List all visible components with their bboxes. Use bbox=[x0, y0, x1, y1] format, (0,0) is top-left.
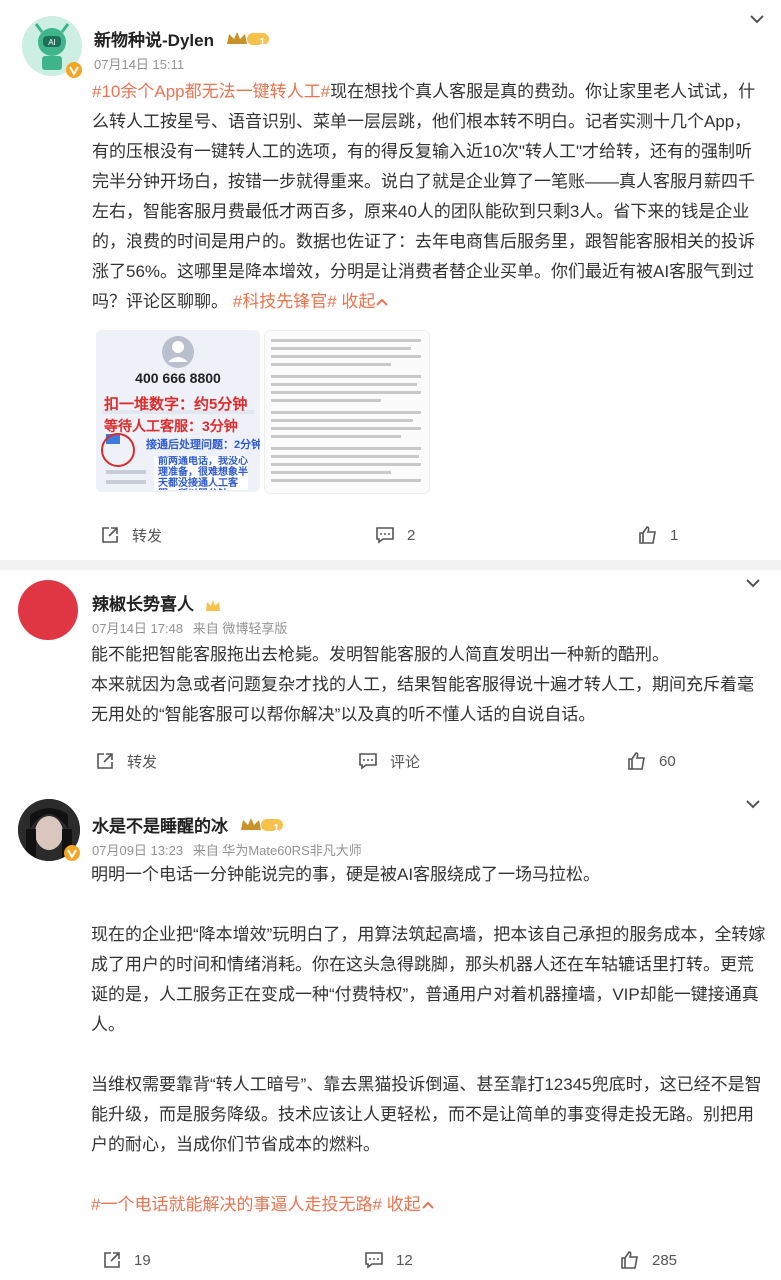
action-bar: 19 12 285 bbox=[0, 1240, 781, 1280]
thumbs-up-icon bbox=[628, 752, 645, 770]
image-caption-1: 扣一堆数字：约5分钟 bbox=[104, 396, 248, 413]
thumbs-up-icon bbox=[639, 526, 656, 544]
level-badge: 1 bbox=[273, 823, 280, 835]
post-2: 辣椒长势喜人 07月14日 17:48 来自 微博轻享版 能不能把智能客服拖出去… bbox=[0, 570, 781, 785]
post-meta: 07月14日 17:48 来自 微博轻享版 bbox=[92, 621, 288, 636]
vip-badge-icon bbox=[205, 599, 220, 611]
post-image-1[interactable]: 400 666 8800 扣一堆数字：约5分钟 等待人工客服：3分钟 接通后处理… bbox=[96, 330, 260, 492]
avatar[interactable] bbox=[18, 580, 78, 640]
chevron-down-icon[interactable] bbox=[744, 797, 762, 811]
vip-crown-badge: 1 bbox=[225, 30, 281, 53]
username[interactable]: 辣椒长势喜人 bbox=[92, 590, 223, 615]
level-badge: 1 bbox=[259, 37, 265, 49]
post-content: 能不能把智能客服拖出去枪毙。发明智能客服的人简直发明出一种新的酷刑。 本来就因为… bbox=[91, 645, 754, 724]
share-icon bbox=[102, 527, 118, 543]
username[interactable]: 水是不是睡醒的冰 1 bbox=[92, 812, 295, 839]
chevron-up-icon bbox=[376, 298, 389, 306]
verified-v-icon bbox=[66, 62, 82, 78]
username[interactable]: 新物种说-Dylen 1 bbox=[94, 26, 281, 53]
post-1: AI 新物种说-Dylen 1 07月14日 15:11 #10余个App都无法… bbox=[0, 0, 781, 560]
repost-button[interactable]: 19 bbox=[102, 1240, 151, 1280]
verified-v-icon bbox=[64, 845, 80, 861]
separator bbox=[0, 560, 781, 570]
chevron-down-icon[interactable] bbox=[744, 576, 762, 590]
repost-button[interactable]: 转发 bbox=[100, 515, 162, 555]
post-3: 水是不是睡醒的冰 1 07月09日 13:23 来自 华为Mate60RS非凡大… bbox=[0, 785, 781, 1280]
comment-icon bbox=[359, 753, 377, 770]
vip-crown-badge: 1 bbox=[239, 816, 295, 839]
post-content: #10余个App都无法一键转人工#现在想找个真人客服是真的费劲。你让家里老人试试… bbox=[92, 82, 756, 311]
share-icon bbox=[104, 1252, 120, 1268]
collapse-link[interactable]: 收起 bbox=[387, 1195, 435, 1214]
topic-tag[interactable]: #10余个App都无法一键转人工# bbox=[92, 82, 330, 101]
post-time: 07月14日 15:11 bbox=[94, 57, 185, 72]
collapse-link[interactable]: 收起 bbox=[341, 292, 389, 311]
topic-tag[interactable]: #一个电话就能解决的事逼人走投无路# bbox=[91, 1195, 382, 1214]
post-content: 明明一个电话一分钟能说完的事，硬是被AI客服绕成了一场马拉松。 现在的企业把“降… bbox=[91, 865, 766, 1214]
image-phone-number: 400 666 8800 bbox=[135, 370, 221, 386]
like-button[interactable]: 1 bbox=[638, 515, 678, 555]
chevron-up-icon bbox=[421, 1201, 434, 1209]
thumbs-up-icon bbox=[621, 1251, 638, 1269]
like-button[interactable]: 285 bbox=[620, 1240, 677, 1280]
article-text-image bbox=[265, 331, 429, 493]
post-image-2[interactable] bbox=[264, 330, 430, 494]
comment-icon bbox=[365, 1252, 383, 1269]
share-icon bbox=[97, 753, 113, 769]
topic-tag[interactable]: #科技先锋官# bbox=[233, 292, 337, 311]
like-button[interactable]: 60 bbox=[627, 741, 676, 781]
comment-button[interactable]: 2 bbox=[375, 515, 415, 555]
comment-icon bbox=[376, 527, 394, 544]
svg-text:AI: AI bbox=[48, 38, 56, 47]
post-meta: 07月09日 13:23 来自 华为Mate60RS非凡大师 bbox=[92, 843, 362, 858]
comment-button[interactable]: 12 bbox=[364, 1240, 413, 1280]
image-caption-3: 接通后处理问题：2分钟 bbox=[146, 439, 260, 451]
image-caption-2: 等待人工客服：3分钟 bbox=[104, 418, 238, 434]
chevron-down-icon[interactable] bbox=[748, 12, 766, 26]
action-bar: 转发 评论 60 bbox=[0, 741, 781, 781]
image-caption-4: 前两通电话，我没心理准备，很难想象半天都没接通人工客服，所以器分钟 bbox=[158, 456, 248, 490]
action-bar: 转发 2 1 bbox=[0, 515, 781, 555]
repost-button[interactable]: 转发 bbox=[95, 741, 157, 781]
comment-button[interactable]: 评论 bbox=[358, 741, 420, 781]
